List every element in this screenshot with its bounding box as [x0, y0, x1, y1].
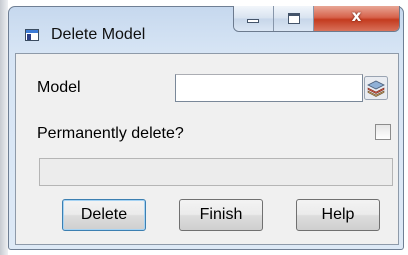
permanently-delete-label: Permanently delete?	[37, 125, 184, 142]
status-bar	[39, 158, 393, 186]
layers-icon	[364, 76, 388, 100]
background-shadow	[0, 0, 8, 255]
window-icon	[25, 29, 39, 41]
maximize-icon	[288, 13, 300, 24]
maximize-button[interactable]	[274, 6, 314, 31]
dialog-window: Delete Model x Model Permanently delete?	[8, 6, 404, 250]
finish-button[interactable]: Finish	[179, 199, 263, 231]
permanently-delete-checkbox[interactable]	[375, 124, 391, 140]
help-button[interactable]: Help	[296, 199, 380, 231]
close-button[interactable]: x	[314, 6, 399, 31]
close-icon: x	[351, 7, 362, 25]
dialog-body: Model Permanently delete? Delete Finish …	[15, 53, 399, 245]
title-bar[interactable]: Delete Model x	[9, 6, 403, 53]
minimize-button[interactable]	[234, 6, 274, 31]
delete-button[interactable]: Delete	[62, 199, 146, 231]
minimize-icon	[247, 19, 259, 23]
model-label: Model	[37, 79, 81, 96]
model-input[interactable]	[175, 74, 363, 102]
window-title: Delete Model	[51, 26, 146, 43]
model-picker-button[interactable]	[364, 76, 388, 100]
caption-buttons: x	[233, 6, 400, 32]
